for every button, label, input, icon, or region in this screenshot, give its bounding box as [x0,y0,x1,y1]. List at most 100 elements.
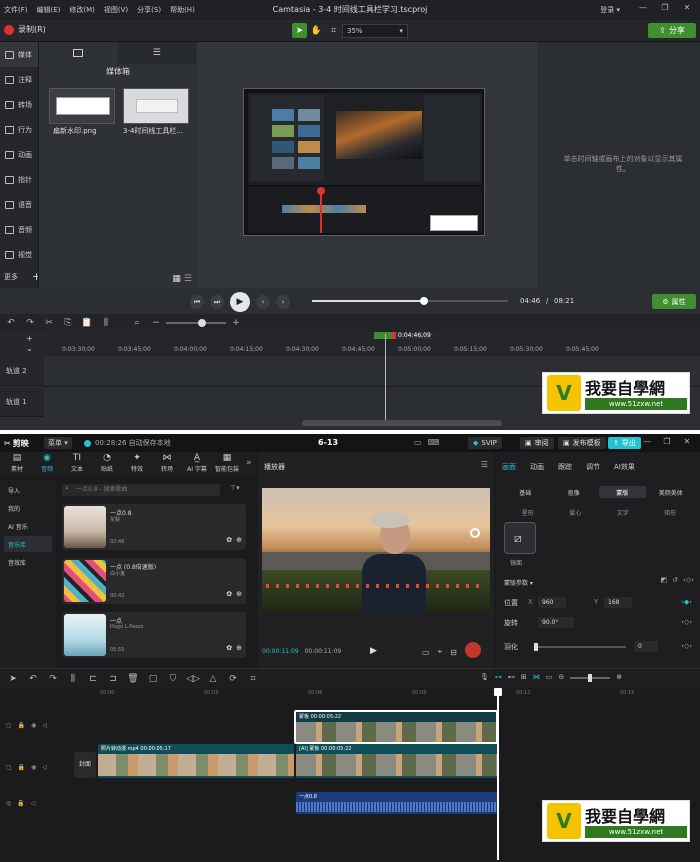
magnet-icon[interactable]: ⊶ [495,673,502,681]
tab-adjust[interactable]: 调节 [586,462,600,472]
split-icon[interactable]: ⫼ [97,318,115,328]
menu-share[interactable]: 分享(S) [137,5,161,15]
zoom-slider-handle[interactable] [198,319,206,327]
audio-search-input[interactable]: 一点0.8 - 搜索歌曲 [62,484,220,496]
keyframe-active-icon[interactable]: ‹◆› [681,598,692,606]
clip-main-b[interactable]: [AI] 蒙板 00:00:05:22 [296,744,498,778]
reverse-icon[interactable]: ◁▷ [184,674,202,684]
tab-ai-effects[interactable]: AI效果 [614,462,635,472]
list-item[interactable]: 一点0.8 花梨 02:46 ✿ ⊕ [62,504,246,550]
add-track-icon[interactable]: + [26,334,33,343]
sidebar-item-voice[interactable]: 语音 [0,192,38,217]
subtab-basic[interactable]: 基础 [502,486,549,498]
sidebar-item-audio[interactable]: 音频 [0,217,38,242]
zoom-slider-handle[interactable] [588,673,593,682]
mask-star[interactable]: 星形 [522,508,534,517]
canvas-area[interactable] [197,42,537,288]
sidebar-item-transitions[interactable]: 转场 [0,92,38,117]
cat-music-library[interactable]: 音乐库 [4,536,52,552]
zoom-out-icon[interactable]: ⊖ [558,673,564,681]
clip-audio[interactable]: 一点0.8 [296,792,498,814]
list-item[interactable]: 一点 (0.8倍速版) 白小鬼 00:42 ✿ ⊕ [62,558,246,604]
feather-slider-handle[interactable] [534,643,538,651]
tab-library[interactable]: ☰ [118,42,197,64]
clip-main-a[interactable]: 照片转动漫.mp4 00:00:05:17 [98,744,294,778]
mask-rect[interactable]: 矩形 [664,508,676,517]
menu-modify[interactable]: 修改(M) [69,5,95,15]
preview-axis-icon[interactable]: ⊞ [521,673,527,681]
login-button[interactable]: 登录 ▾ [600,5,620,15]
feather-slider[interactable] [534,643,626,651]
tab-ai-captions[interactable]: A̲ AI 字幕 [182,453,212,473]
sidebar-item-cursor[interactable]: 指针 [0,167,38,192]
timeline-ruler[interactable]: 00:00 00:03 00:06 00:09 00:12 00:15 [98,688,700,700]
invert-icon[interactable]: ◩ [661,576,668,584]
timeline-zoom-slider[interactable] [570,673,611,682]
track-header-2[interactable]: 轨道 2 [0,356,44,386]
add-icon[interactable]: ⊕ [236,536,242,544]
review-button[interactable]: ▣ 审阅 [520,437,554,449]
tab-stickers[interactable]: ◔ 贴纸 [92,453,122,473]
close-icon[interactable]: ✕ [680,437,694,446]
scrub-handle[interactable] [419,297,428,305]
tab-tracking[interactable]: 跟踪 [558,462,572,472]
media-thumb-watermark[interactable] [49,88,115,124]
undo-icon[interactable]: ↶ [2,318,20,328]
menu-view[interactable]: 视图(V) [104,5,128,15]
reset-icon[interactable]: ↺ [672,576,678,584]
canvas-preview[interactable] [243,88,485,236]
feather-input[interactable]: 0 [634,641,658,652]
favorite-icon[interactable]: ✿ [226,644,232,652]
add-icon[interactable]: ⊕ [236,590,242,598]
rotate-icon[interactable]: ⟳ [224,674,242,684]
more-label[interactable]: 更多 [4,272,18,282]
next-marker-icon[interactable]: › [276,295,290,309]
cut-icon[interactable]: ✂ [40,318,58,328]
zoom-in-icon[interactable]: ⊕ [616,673,622,681]
split-icon[interactable]: ⫼ [64,674,82,684]
tab-audio[interactable]: ◉ 音频 [32,453,62,473]
prev-marker-icon[interactable]: ‹ [256,295,270,309]
tab-text[interactable]: TI 文本 [62,453,92,473]
zoom-search-icon[interactable]: ⌕ [128,318,146,328]
publish-template-button[interactable]: ▣ 发布模板 [558,437,606,449]
subtab-mask[interactable]: 蒙版 [599,486,646,498]
svip-badge[interactable]: ◆ SVIP [468,437,502,449]
minimize-icon[interactable]: — [636,3,650,12]
list-item[interactable]: 一点 Hugo L.Peazz 05:55 ✿ ⊕ [62,612,246,658]
timeline-zoom-slider[interactable] [166,319,226,327]
layout-icon[interactable]: ▭ [414,438,422,447]
keyframe-icon[interactable]: ‹◇› [681,618,692,626]
favorite-icon[interactable]: ✿ [226,536,232,544]
position-x-input[interactable]: 960 [538,597,566,608]
restore-icon[interactable]: ❐ [660,437,674,446]
media-thumb-project[interactable] [123,88,189,124]
paste-icon[interactable]: 📋 [78,318,96,328]
mask-params-header[interactable]: 蒙版参数 ▾ [504,578,533,587]
subtab-keying[interactable]: 抠像 [551,486,598,498]
sidebar-item-media[interactable]: 媒体 [0,42,38,67]
zoom-out-icon[interactable]: − [147,318,165,328]
keyframe-icon[interactable]: ‹◇› [681,642,692,650]
scrub-track[interactable] [312,297,508,305]
lock-icon[interactable]: 🔒 [18,722,25,729]
menu-button[interactable]: 菜单 ▾ [44,437,72,449]
snap-icon[interactable]: ⋈ [533,673,540,681]
tab-animation[interactable]: 动画 [530,462,544,472]
sidebar-item-animations[interactable]: 动画 [0,142,38,167]
copy-icon[interactable]: ⎘ [59,318,77,328]
menu-edit[interactable]: 编辑(E) [37,5,61,15]
sidebar-item-visual[interactable]: 视觉 [0,242,38,267]
pan-tool-icon[interactable]: ✋ [309,23,324,38]
video-preview[interactable] [262,488,490,612]
player-menu-icon[interactable]: ☰ [481,460,488,469]
cat-ai-music[interactable]: AI 音乐 [4,518,52,534]
grid-view-icon[interactable]: ▦ [172,274,181,284]
tab-picture[interactable]: 画面 [502,462,516,472]
tab-effects[interactable]: ✦ 特效 [122,453,152,473]
record-button[interactable]: 录制(R) [4,24,46,35]
step-forward-icon[interactable]: ⏭ [210,295,224,309]
speaker-icon[interactable]: ◁ [42,722,47,729]
play-icon[interactable]: ▶ [370,646,377,656]
crop-tool-icon[interactable]: ⌗ [326,23,341,38]
